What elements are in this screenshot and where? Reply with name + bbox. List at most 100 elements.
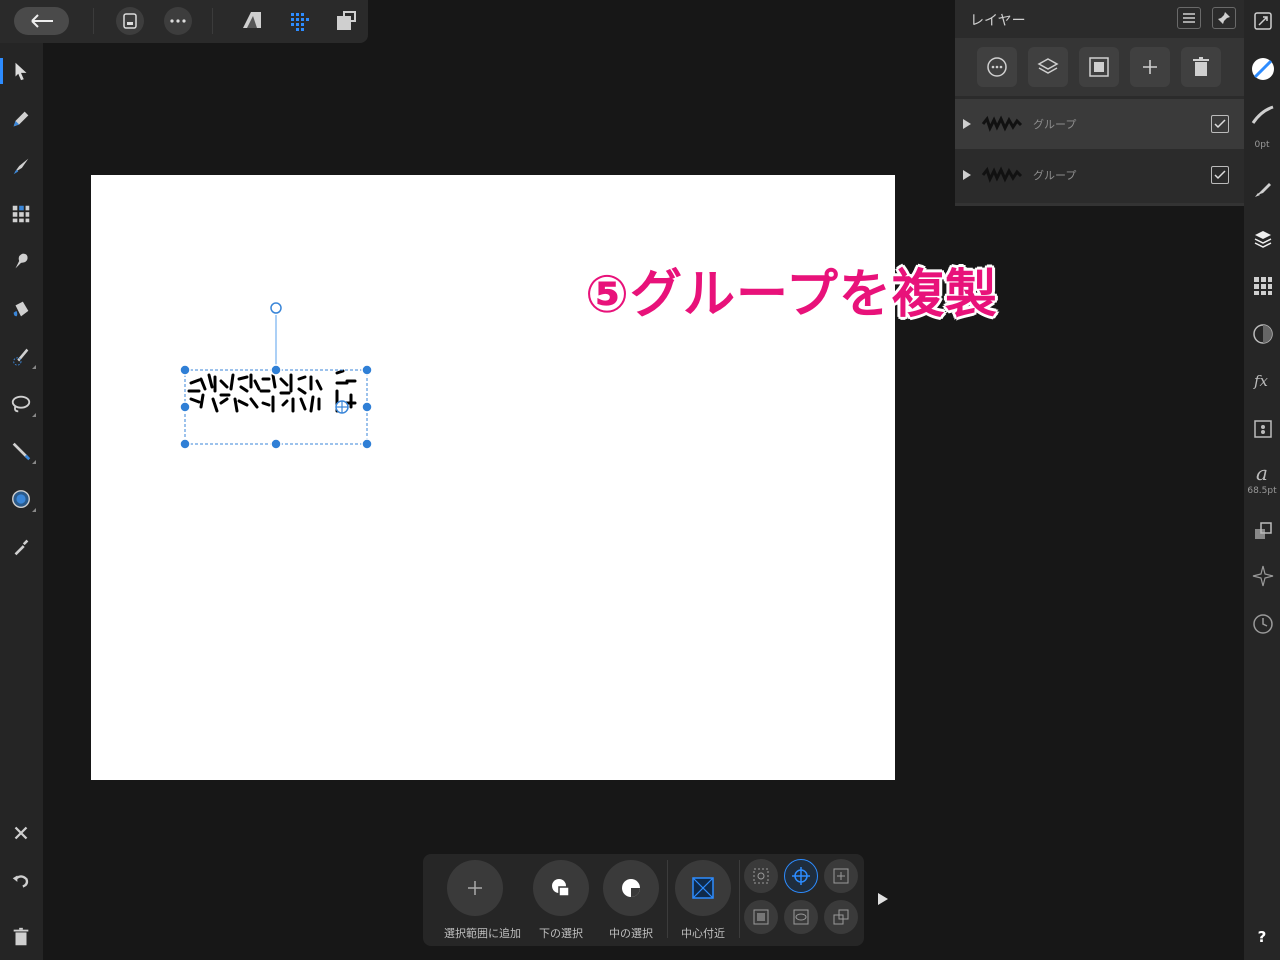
transform-origin-icon[interactable] <box>335 400 349 414</box>
snap-option-3[interactable] <box>824 859 858 893</box>
delete-layer-button[interactable] <box>1181 47 1221 87</box>
eyedropper-tool-icon[interactable] <box>6 532 36 562</box>
snap-eye-icon <box>793 909 809 925</box>
pin-icon <box>1218 12 1230 24</box>
layer-thumbnail <box>981 115 1023 133</box>
mask-layer-button[interactable] <box>1079 47 1119 87</box>
snap-option-1[interactable] <box>744 859 778 893</box>
layers-panel: レイヤー グループ グループ <box>955 0 1244 206</box>
checkmark-icon <box>1214 170 1226 180</box>
mask-icon <box>1089 57 1109 77</box>
svg-text:fx: fx <box>1253 372 1269 390</box>
more-button[interactable] <box>164 7 192 35</box>
layer-stack-button[interactable] <box>1028 47 1068 87</box>
expand-toolbar-arrow-icon[interactable] <box>878 893 888 905</box>
svg-text:a: a <box>1256 462 1268 484</box>
brush-tool-icon[interactable] <box>6 151 36 181</box>
pixel-persona-button[interactable] <box>285 7 313 35</box>
designer-persona-button[interactable] <box>238 7 266 35</box>
layer-thumbnail <box>981 166 1023 184</box>
transform-icon[interactable] <box>1250 416 1276 442</box>
add-to-selection-label: 選択範囲に追加 <box>444 927 521 940</box>
text-style-icon[interactable]: a <box>1250 460 1276 486</box>
snap-option-4[interactable] <box>744 900 778 934</box>
select-inside-button[interactable]: 中の選択 <box>600 860 662 941</box>
layers-studio-icon[interactable] <box>1250 226 1276 252</box>
select-below-icon <box>552 879 570 897</box>
effects-fx-icon[interactable]: fx <box>1250 368 1276 394</box>
document-icon <box>123 13 137 29</box>
add-to-selection-button[interactable]: 選択範囲に追加 <box>444 860 521 941</box>
wand-tool-icon[interactable] <box>6 436 36 466</box>
snap-option-2[interactable] <box>784 859 818 893</box>
pencil-tool-icon[interactable] <box>6 104 36 134</box>
select-below-button[interactable]: 下の選択 <box>530 860 592 941</box>
selected-group-artwork[interactable] <box>177 295 377 455</box>
near-center-label: 中心付近 <box>681 927 725 940</box>
checkmark-icon <box>1214 119 1226 129</box>
more-icon <box>170 19 186 23</box>
trash-icon[interactable] <box>6 922 36 952</box>
adjustments-icon[interactable] <box>1250 321 1276 347</box>
fit-view-icon[interactable] <box>1250 8 1276 34</box>
layer-row[interactable]: グループ <box>955 150 1244 200</box>
pin-panel-button[interactable] <box>1212 7 1236 29</box>
layer-options-button[interactable] <box>977 47 1017 87</box>
close-icon[interactable] <box>6 818 36 848</box>
near-center-button[interactable]: 中心付近 <box>672 860 734 941</box>
pixel-persona-icon <box>291 13 309 31</box>
document-button[interactable] <box>116 7 144 35</box>
layer-visibility-checkbox[interactable] <box>1211 115 1229 133</box>
back-button[interactable] <box>14 7 69 35</box>
layer-name: グループ <box>1033 169 1077 182</box>
lasso-tool-icon[interactable] <box>6 389 36 419</box>
handwriting-marks <box>187 369 357 413</box>
layer-visibility-checkbox[interactable] <box>1211 166 1229 184</box>
history-clock-icon[interactable] <box>1250 611 1276 637</box>
gradient-tool-icon[interactable] <box>6 484 36 514</box>
help-button[interactable]: ? <box>1244 928 1280 946</box>
export-persona-icon <box>337 11 356 30</box>
smudge-tool-icon[interactable] <box>6 246 36 276</box>
snap-frame-icon <box>753 909 769 925</box>
undo-icon[interactable] <box>6 866 36 896</box>
swatches-grid-icon[interactable] <box>1250 273 1276 299</box>
top-toolbar <box>0 0 368 43</box>
snap-bbox-icon <box>833 868 849 884</box>
panel-menu-button[interactable] <box>1177 7 1201 29</box>
navigator-icon[interactable] <box>1250 518 1276 544</box>
move-tool-icon[interactable] <box>6 56 36 86</box>
layers-stack-icon <box>1037 58 1059 74</box>
tools-sidebar <box>0 0 43 960</box>
brushes-icon[interactable] <box>1250 176 1276 202</box>
snap-option-6[interactable] <box>824 900 858 934</box>
selection-brush-icon[interactable] <box>6 341 36 371</box>
trash-icon <box>1193 57 1209 76</box>
layer-row[interactable]: グループ <box>955 99 1244 149</box>
grid-tool-icon[interactable] <box>6 199 36 229</box>
plus-icon <box>468 881 482 895</box>
rotation-handle[interactable] <box>270 302 282 314</box>
add-layer-button[interactable] <box>1130 47 1170 87</box>
stroke-width-label: 0pt <box>1254 140 1270 150</box>
layer-name: グループ <box>1033 118 1077 131</box>
snap-rotate-icon <box>753 868 769 884</box>
font-size-label: 68.5pt <box>1247 486 1277 496</box>
menu-lines-icon <box>1183 13 1195 23</box>
crosshair-icon <box>792 867 810 885</box>
snap-option-5[interactable] <box>784 900 818 934</box>
color-swatch-icon[interactable] <box>1250 56 1276 82</box>
expand-triangle-icon[interactable] <box>963 119 971 129</box>
app-window: ⑤グループを複製 レイヤー グループ グループ 0pt fx a 68.5pt … <box>0 0 1280 960</box>
layers-panel-title: レイヤー <box>970 13 1026 29</box>
fill-tool-icon[interactable] <box>6 294 36 324</box>
designer-persona-icon <box>243 12 261 28</box>
export-persona-button[interactable] <box>332 7 360 35</box>
expand-triangle-icon[interactable] <box>963 170 971 180</box>
instruction-annotation: ⑤グループを複製 <box>585 265 998 325</box>
select-inside-label: 中の選択 <box>609 927 653 940</box>
stroke-icon[interactable] <box>1250 102 1276 128</box>
compass-icon[interactable] <box>1250 563 1276 589</box>
layers-toolbar <box>955 38 1244 96</box>
select-below-label: 下の選択 <box>539 927 583 940</box>
